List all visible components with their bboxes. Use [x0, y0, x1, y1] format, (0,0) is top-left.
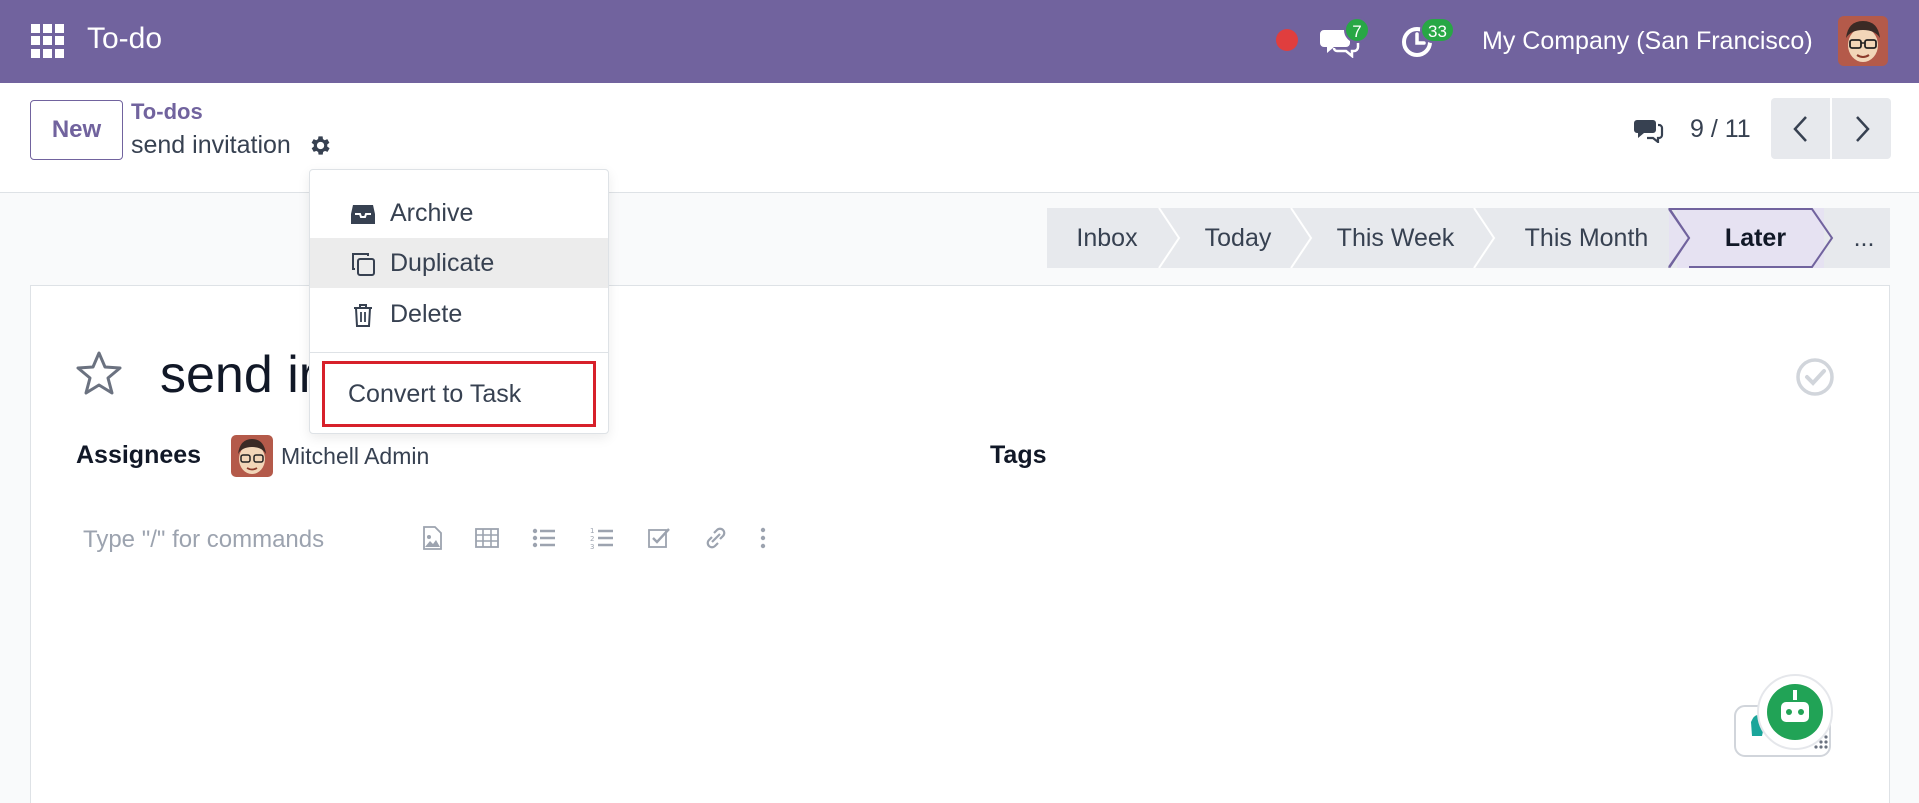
link-icon[interactable]	[703, 525, 729, 551]
stage-separators	[1158, 208, 1834, 268]
pager-next-button[interactable]	[1832, 98, 1891, 159]
chatter-toggle-icon[interactable]	[1634, 117, 1664, 143]
app-title[interactable]: To-do	[87, 22, 162, 56]
menu-item-label: Duplicate	[390, 248, 495, 277]
convert-to-task-menu-item[interactable]: Convert to Task	[322, 361, 596, 427]
assignee-avatar	[231, 435, 273, 477]
checklist-icon[interactable]	[646, 525, 672, 551]
menu-item-label: Convert to Task	[348, 379, 522, 408]
svg-text:3: 3	[590, 543, 594, 551]
svg-text:2: 2	[590, 535, 594, 543]
numbered-list-icon[interactable]: 1 2 3	[589, 525, 615, 551]
table-icon[interactable]	[474, 525, 500, 551]
chevron-right-icon	[1855, 115, 1870, 142]
svg-text:1: 1	[590, 527, 594, 535]
star-icon[interactable]	[75, 350, 123, 396]
image-icon[interactable]	[419, 525, 445, 551]
assignees-label: Assignees	[76, 441, 202, 469]
user-avatar[interactable]	[1838, 16, 1888, 66]
archive-menu-item[interactable]: Archive	[310, 188, 608, 238]
apps-menu-icon[interactable]	[31, 24, 65, 58]
actions-dropdown-menu: Archive Duplicate Delete Convert to Task	[309, 169, 609, 434]
trash-icon	[354, 304, 372, 327]
breadcrumb-parent-link[interactable]: To-dos	[131, 99, 203, 125]
chevron-left-icon	[1792, 115, 1807, 142]
control-panel: New To-dos send invitation 9 / 11	[0, 83, 1919, 193]
duplicate-menu-item[interactable]: Duplicate	[310, 238, 608, 288]
description-editor[interactable]: Type "/" for commands	[83, 526, 324, 554]
menu-divider	[310, 352, 608, 353]
more-options-icon[interactable]	[750, 525, 776, 551]
pager-previous-button[interactable]	[1771, 98, 1830, 159]
stage-statusbar: Inbox Today This Week This Month Later .…	[1047, 208, 1890, 268]
archive-icon	[351, 205, 375, 224]
delete-menu-item[interactable]: Delete	[310, 289, 608, 339]
menu-item-label: Archive	[390, 198, 474, 227]
assignee-name[interactable]: Mitchell Admin	[281, 443, 429, 470]
livechat-bot-icon[interactable]	[1733, 670, 1838, 760]
new-button[interactable]: New	[30, 100, 123, 160]
duplicate-icon	[352, 253, 375, 276]
mark-done-check-icon[interactable]	[1795, 357, 1835, 397]
messages-count-badge: 7	[1344, 17, 1370, 43]
recording-indicator-icon[interactable]	[1276, 29, 1298, 51]
gear-icon[interactable]	[307, 133, 332, 158]
top-navbar: To-do 7 33 My Company (San Francisco)	[0, 0, 1919, 83]
menu-item-label: Delete	[390, 299, 463, 328]
pager-value[interactable]: 9 / 11	[1690, 115, 1751, 144]
company-switcher[interactable]: My Company (San Francisco)	[1482, 27, 1813, 56]
breadcrumb-current: send invitation	[131, 131, 291, 159]
bulleted-list-icon[interactable]	[531, 525, 557, 551]
tags-label: Tags	[990, 441, 1047, 469]
activities-count-badge: 33	[1420, 17, 1455, 43]
todo-title-field[interactable]: send ir	[160, 345, 316, 405]
